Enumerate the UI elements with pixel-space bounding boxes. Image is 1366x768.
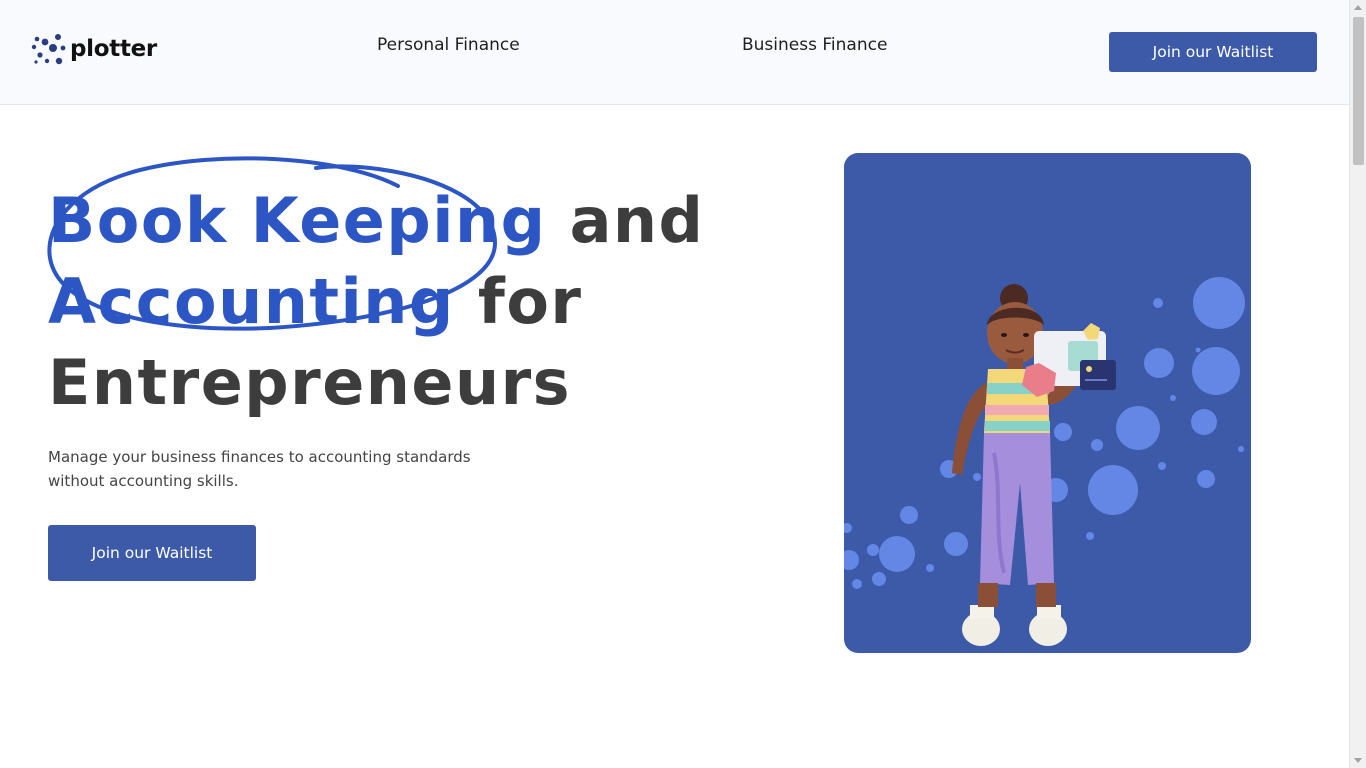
hero-title-highlight-2: Accounting — [48, 265, 455, 338]
page-scrollbar[interactable] — [1349, 0, 1366, 768]
hero-subtitle: Manage your business finances to account… — [48, 448, 471, 490]
header-join-waitlist-button[interactable]: Join our Waitlist — [1109, 32, 1317, 72]
brand-name: plotter — [70, 36, 157, 62]
hero-title-line-3: Entrepreneurs — [48, 346, 572, 419]
hero-title-rest-1: and — [546, 184, 705, 257]
hero-title-highlight-1: Book Keeping — [48, 184, 547, 257]
hero-title-line-2: Accounting for — [48, 261, 704, 342]
hero-join-waitlist-button[interactable]: Join our Waitlist — [48, 525, 256, 581]
hero-title: Book Keeping and Accounting for Entrepre… — [48, 180, 704, 423]
scroll-down-arrow-icon[interactable] — [1354, 758, 1362, 763]
scroll-thumb[interactable] — [1353, 17, 1364, 165]
nav-business-finance[interactable]: Business Finance — [742, 35, 887, 55]
nav-personal-finance[interactable]: Personal Finance — [377, 35, 520, 55]
scroll-up-arrow-icon[interactable] — [1354, 5, 1362, 10]
site-header: plotter Personal Finance Business Financ… — [0, 0, 1349, 105]
logo[interactable]: plotter — [31, 31, 157, 67]
hero-illustration-card — [844, 153, 1251, 653]
hero-title-rest-2: for — [454, 265, 583, 338]
woman-with-tablet-illustration — [844, 277, 1245, 646]
hero-title-line-1: Book Keeping and — [48, 180, 704, 261]
dots-logo-icon — [31, 34, 66, 65]
